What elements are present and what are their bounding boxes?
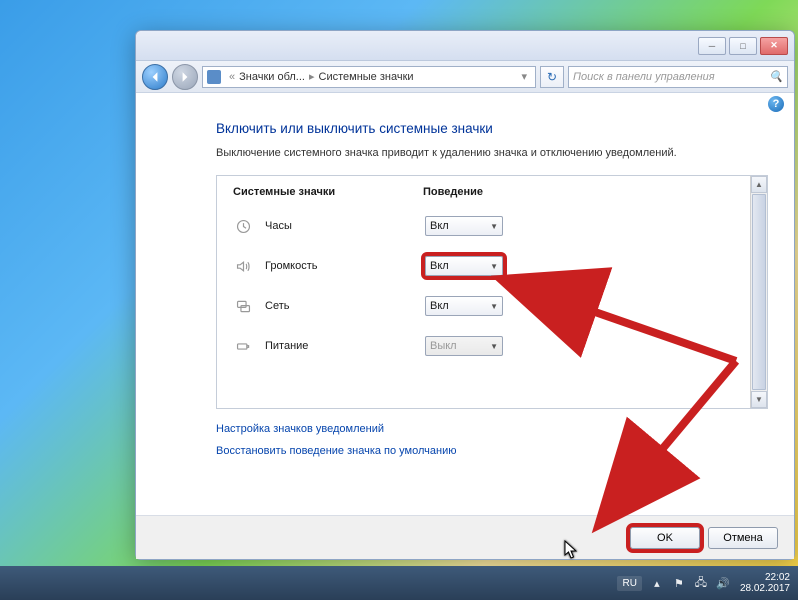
desktop: ─ □ ✕ « Значки обл... ▸ Системные значки… — [0, 0, 798, 600]
system-tray: RU ▴ ⚑ 🖧 🔊 — [617, 576, 729, 591]
row-network: Сеть Вкл ▼ — [233, 286, 734, 326]
breadcrumb-chevron-icon: ▸ — [309, 70, 315, 83]
power-icon — [233, 336, 253, 356]
chevron-down-icon: ▼ — [490, 302, 498, 311]
system-icons-list: Системные значки Поведение Часы Вкл ▼ — [216, 175, 768, 409]
breadcrumb-dropdown-icon[interactable]: ▾ — [521, 70, 527, 83]
volume-tray-icon[interactable]: 🔊 — [716, 576, 730, 590]
chevron-down-icon: ▼ — [490, 222, 498, 231]
search-input[interactable]: Поиск в панели управления 🔍 — [568, 66, 788, 88]
power-behavior-select: Выкл ▼ — [425, 336, 503, 356]
select-value: Вкл — [430, 300, 449, 312]
control-panel-window: ─ □ ✕ « Значки обл... ▸ Системные значки… — [135, 30, 795, 560]
breadcrumb[interactable]: « Значки обл... ▸ Системные значки ▾ — [202, 66, 536, 88]
cancel-button[interactable]: Отмена — [708, 527, 778, 549]
row-volume: Громкость Вкл ▼ — [233, 246, 734, 286]
chevron-down-icon: ▼ — [490, 342, 498, 351]
language-indicator[interactable]: RU — [617, 576, 641, 591]
search-icon: 🔍 — [769, 70, 783, 84]
scroll-up-button[interactable]: ▲ — [751, 176, 767, 193]
breadcrumb-chevron-icon: « — [229, 71, 235, 83]
select-value: Вкл — [430, 260, 449, 272]
scroll-thumb[interactable] — [752, 194, 766, 390]
select-value: Вкл — [430, 220, 449, 232]
network-behavior-select[interactable]: Вкл ▼ — [425, 296, 503, 316]
titlebar: ─ □ ✕ — [136, 31, 794, 61]
forward-button[interactable] — [172, 64, 198, 90]
taskbar-clock[interactable]: 22:02 28.02.2017 — [740, 572, 790, 595]
chevron-down-icon: ▼ — [490, 262, 498, 271]
list-body: Системные значки Поведение Часы Вкл ▼ — [217, 176, 750, 408]
maximize-button[interactable]: □ — [729, 37, 757, 55]
clock-date: 28.02.2017 — [740, 583, 790, 595]
help-icon[interactable]: ? — [768, 96, 784, 112]
row-label: Сеть — [265, 300, 425, 312]
toolbar: ? — [136, 93, 794, 115]
ok-button[interactable]: OK — [630, 527, 700, 549]
scroll-down-button[interactable]: ▼ — [751, 391, 767, 408]
page-description: Выключение системного значка приводит к … — [216, 146, 768, 161]
list-header: Системные значки Поведение — [233, 186, 734, 198]
row-clock: Часы Вкл ▼ — [233, 206, 734, 246]
row-power: Питание Выкл ▼ — [233, 326, 734, 366]
taskbar[interactable]: RU ▴ ⚑ 🖧 🔊 22:02 28.02.2017 — [0, 566, 798, 600]
refresh-button[interactable]: ↻ — [540, 66, 564, 88]
control-panel-icon — [207, 70, 221, 84]
column-header-icons: Системные значки — [233, 186, 423, 198]
arrow-right-icon — [179, 71, 191, 83]
close-button[interactable]: ✕ — [760, 37, 788, 55]
scrollbar[interactable]: ▲ ▼ — [750, 176, 767, 408]
row-label: Часы — [265, 220, 425, 232]
volume-behavior-select[interactable]: Вкл ▼ — [425, 256, 503, 276]
clock-icon — [233, 216, 253, 236]
dialog-footer: OK Отмена — [136, 515, 794, 559]
breadcrumb-part2: Системные значки — [319, 71, 414, 83]
links: Настройка значков уведомлений Восстанови… — [216, 423, 768, 457]
row-label: Питание — [265, 340, 425, 352]
network-tray-icon[interactable]: 🖧 — [694, 576, 708, 590]
minimize-button[interactable]: ─ — [698, 37, 726, 55]
page-title: Включить или выключить системные значки — [216, 121, 768, 136]
mouse-cursor-icon — [564, 540, 578, 560]
flag-icon[interactable]: ⚑ — [672, 576, 686, 590]
customize-icons-link[interactable]: Настройка значков уведомлений — [216, 423, 768, 435]
show-hidden-icons-button[interactable]: ▴ — [650, 576, 664, 590]
select-value: Выкл — [430, 340, 457, 352]
content-area: Включить или выключить системные значки … — [136, 115, 794, 515]
restore-defaults-link[interactable]: Восстановить поведение значка по умолчан… — [216, 445, 768, 457]
back-button[interactable] — [142, 64, 168, 90]
arrow-left-icon — [149, 71, 161, 83]
search-placeholder: Поиск в панели управления — [573, 71, 715, 83]
row-label: Громкость — [265, 260, 425, 272]
column-header-behavior: Поведение — [423, 186, 563, 198]
breadcrumb-part1: Значки обл... — [239, 71, 305, 83]
volume-icon — [233, 256, 253, 276]
clock-time: 22:02 — [740, 572, 790, 584]
address-bar: « Значки обл... ▸ Системные значки ▾ ↻ П… — [136, 61, 794, 93]
network-icon — [233, 296, 253, 316]
clock-behavior-select[interactable]: Вкл ▼ — [425, 216, 503, 236]
